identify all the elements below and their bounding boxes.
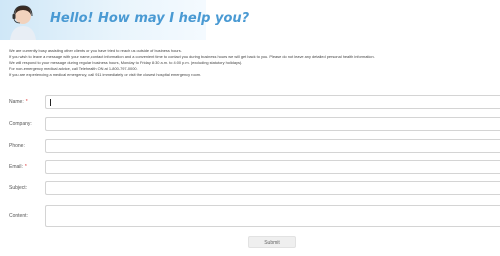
company-row: Company: [9,117,500,133]
content-label: Content: [9,213,28,219]
name-label: Name: * [9,99,28,105]
chat-banner: Hello! How may I help you? [0,0,249,40]
notice-text: We are currently busy assisting other cl… [9,48,497,78]
required-mark: * [25,99,28,105]
notice-line: If you are experiencing a medical emerge… [9,72,202,78]
required-mark: * [24,164,27,170]
submit-button[interactable]: Submit [248,236,296,248]
email-field[interactable] [45,160,500,174]
name-row: Name: * [9,95,500,111]
text-caret [50,99,51,106]
email-row: Email: * [9,160,500,176]
phone-row: Phone: [9,139,500,155]
email-label: Email: * [9,164,27,170]
phone-field[interactable] [45,139,500,153]
content-textarea[interactable] [45,205,500,227]
phone-label: Phone: [9,143,25,149]
subject-label: Subject: [9,185,28,191]
name-field[interactable] [45,95,500,109]
content-row: Content: [9,205,500,227]
subject-field[interactable] [45,181,500,195]
support-agent-icon [10,5,36,40]
subject-row: Subject: [9,181,500,197]
company-field[interactable] [45,117,500,131]
company-label: Company: [9,121,32,127]
banner-heading: Hello! How may I help you? [50,11,250,26]
